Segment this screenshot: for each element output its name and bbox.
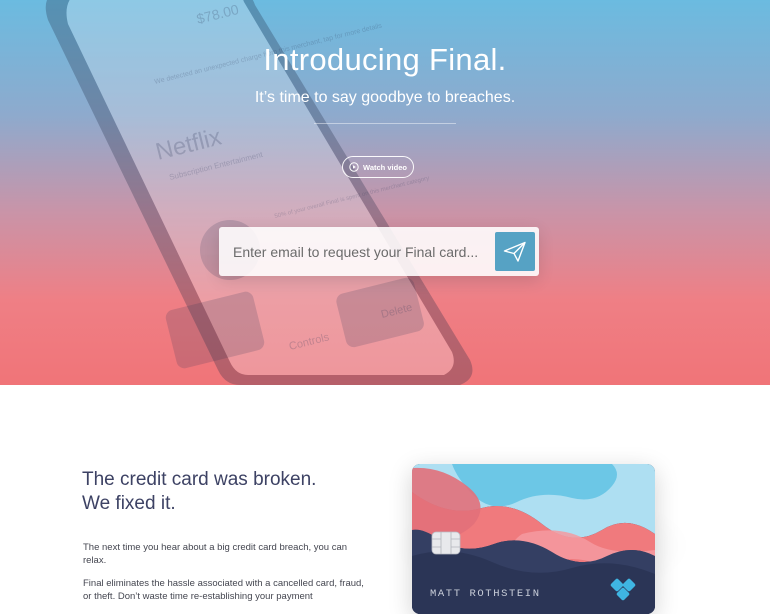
credit-card: MATT ROTHSTEIN: [412, 464, 655, 614]
hero-subtitle: It’s time to say goodbye to breaches.: [254, 89, 516, 106]
paragraph-2: Final eliminates the hassle associated w…: [83, 578, 364, 602]
hero-section: $78.00 Netflix Subscription Entertainmen…: [0, 0, 770, 385]
hero-divider: [314, 123, 456, 124]
chip-icon: [431, 531, 461, 555]
send-button[interactable]: [495, 232, 535, 271]
email-input[interactable]: [231, 237, 495, 267]
section-title-line1: The credit card was broken.: [82, 469, 317, 490]
paragraph-1: The next time you hear about a big credi…: [83, 542, 348, 566]
cardholder-name: MATT ROTHSTEIN: [430, 588, 541, 600]
watch-video-label: Watch video: [363, 162, 407, 172]
watch-video-button[interactable]: Watch video: [342, 156, 414, 178]
section-title-line2: We fixed it.: [82, 493, 176, 514]
hero-title: Introducing Final.: [263, 42, 507, 77]
paper-plane-icon: [503, 241, 526, 262]
play-icon: [349, 162, 359, 172]
section-title: The credit card was broken. We fixed it.: [82, 468, 372, 516]
email-request-form: [219, 227, 539, 276]
